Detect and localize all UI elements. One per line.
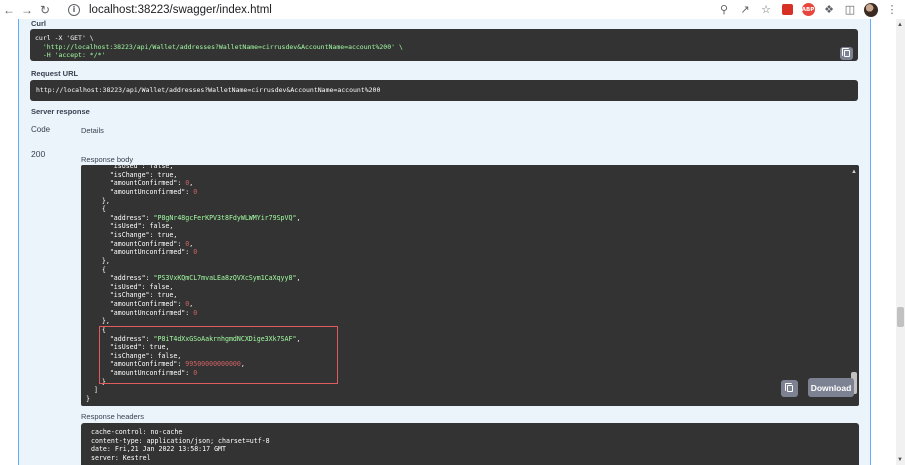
copy-curl-button[interactable]	[840, 47, 853, 60]
response-body-label: Response body	[81, 155, 134, 164]
response-body-line: {	[86, 205, 106, 214]
response-body-line: },	[86, 256, 110, 265]
response-headers-label: Response headers	[81, 412, 144, 421]
menu-kebab-icon[interactable]: ⋮	[885, 3, 899, 17]
response-body-line: "isUsed": false,	[109, 222, 174, 231]
request-url-value: http://localhost:38223/api/Wallet/addres…	[36, 86, 381, 94]
response-body-line: "isUsed": false,	[109, 282, 174, 291]
response-body-scrollbar[interactable]: ▲	[851, 169, 857, 394]
bookmark-star-icon[interactable]: ☆	[759, 3, 773, 17]
response-header-line: content-type: application/json; charset=…	[91, 436, 270, 445]
adblock-icon[interactable]: ABP	[801, 3, 815, 17]
response-body-line: "amountUnconfirmed": 0	[109, 308, 198, 317]
response-header-line: server: Kestrel	[91, 453, 151, 462]
response-body-line: "address": "PS3VxKQmCL7mvaLEa8zQVXcSym1C…	[109, 274, 301, 283]
curl-line-1: curl -X 'GET' \	[35, 34, 94, 42]
response-body-line: {	[86, 265, 106, 274]
extensions-puzzle-icon[interactable]: ❖	[822, 3, 836, 17]
copy-icon	[841, 48, 850, 57]
swagger-page: Curl curl -X 'GET' \ 'http://localhost:3…	[0, 19, 905, 465]
response-headers-box: cache-control: no-cache content-type: app…	[81, 423, 859, 465]
details-column-header: Details	[81, 126, 104, 135]
response-body-line: "isChange": true,	[109, 291, 178, 300]
download-button[interactable]: Download	[808, 378, 854, 397]
response-header-line: cache-control: no-cache	[91, 428, 183, 436]
server-response-label: Server response	[31, 107, 90, 116]
page-scroll-thumb[interactable]	[897, 307, 904, 327]
code-column-header: Code	[31, 125, 51, 134]
highlighted-address-entry	[99, 326, 338, 384]
address-bar[interactable]: i localhost:38223/swagger/index.html	[68, 0, 272, 19]
response-body-line: "amountUnconfirmed": 0	[109, 187, 198, 196]
share-icon[interactable]: ↗	[738, 3, 752, 17]
status-code: 200	[31, 149, 46, 159]
page-scrollbar[interactable]: ▲ ▼	[896, 19, 905, 465]
curl-label: Curl	[31, 19, 46, 28]
page-scroll-down-icon[interactable]: ▼	[897, 457, 903, 463]
side-panel-icon[interactable]: ◫	[843, 3, 857, 17]
response-body-line: "amountUnconfirmed": 0	[109, 248, 198, 257]
curl-line-2: 'http://localhost:38223/api/Wallet/addre…	[35, 42, 403, 51]
scroll-up-icon[interactable]: ▲	[851, 169, 857, 175]
response-body-line: "isChange": true,	[109, 170, 178, 179]
response-body-box[interactable]: "isUsed": false, "isChange": true, "amou…	[81, 165, 859, 406]
browser-toolbar: ← → ↻ i localhost:38223/swagger/index.ht…	[0, 0, 905, 19]
response-header-line: date: Fri,21 Jan 2022 13:58:17 GMT	[91, 445, 226, 454]
copy-icon	[783, 382, 796, 395]
profile-avatar[interactable]	[864, 2, 878, 17]
response-body-line: "amountConfirmed": 0,	[109, 179, 194, 188]
response-body-line: "amountConfirmed": 0,	[109, 300, 194, 308]
curl-command-box: curl -X 'GET' \ 'http://localhost:38223/…	[30, 29, 858, 61]
response-body-line: ]	[86, 386, 98, 395]
request-url-box: http://localhost:38223/api/Wallet/addres…	[30, 80, 858, 101]
zoom-search-icon[interactable]: ⚲	[717, 3, 731, 17]
response-body-line: "address": "P8gNr48gcFerKPV3t8FdyWLWMYir…	[109, 213, 301, 222]
response-body-line: },	[86, 196, 110, 205]
copy-response-button[interactable]	[781, 380, 798, 397]
site-info-icon[interactable]: i	[68, 3, 80, 16]
response-body-line: }	[86, 394, 90, 403]
reload-icon[interactable]: ↻	[36, 0, 54, 19]
url-text[interactable]: localhost:38223/swagger/index.html	[89, 4, 272, 16]
response-body-line: },	[86, 317, 110, 326]
extension-red-icon[interactable]	[780, 3, 794, 17]
forward-arrow-icon[interactable]: →	[18, 0, 36, 19]
page-scroll-up-icon[interactable]: ▲	[897, 22, 903, 28]
back-arrow-icon[interactable]: ←	[0, 0, 18, 19]
curl-line-3: -H 'accept: */*'	[35, 51, 106, 60]
operation-block: Curl curl -X 'GET' \ 'http://localhost:3…	[18, 19, 871, 465]
response-body-line: "isChange": true,	[109, 231, 178, 239]
response-headers-code: cache-control: no-cache content-type: app…	[91, 428, 270, 462]
response-body-line: "amountConfirmed": 0,	[109, 239, 194, 248]
request-url-label: Request URL	[31, 69, 79, 78]
